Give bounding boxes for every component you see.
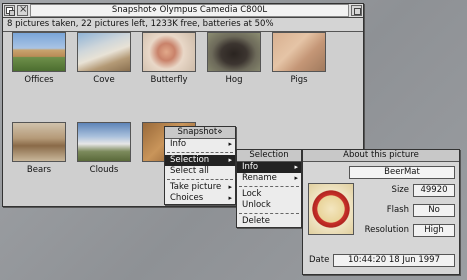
date-value: 10:44:20 18 Jun 1997 — [333, 254, 455, 267]
menu-item-label: Delete — [242, 216, 270, 226]
submenu-arrow-icon: ▸ — [294, 174, 298, 182]
menu-item-rename[interactable]: Rename ▸ — [237, 173, 301, 184]
submenu-arrow-icon: ▸ — [228, 194, 232, 202]
menu-item-label: Rename — [242, 173, 277, 183]
submenu-arrow-icon: ▸ — [294, 163, 298, 171]
menu-title: Selection — [237, 150, 301, 162]
menu-item-label: Selection — [170, 155, 210, 165]
menu-item-info[interactable]: Info ▸ — [165, 139, 235, 150]
flash-label: Flash — [386, 205, 409, 215]
window-title: Snapshot⋄ Olympus Camedia C800L — [30, 4, 349, 17]
menu-item-take-picture[interactable]: Take picture ▸ — [165, 182, 235, 193]
menu-item-select-all[interactable]: Select all — [165, 166, 235, 177]
status-line: 8 pictures taken, 22 pictures left, 1233… — [3, 18, 363, 32]
submenu-arrow-icon: ▸ — [228, 183, 232, 191]
menu-separator — [167, 152, 233, 153]
menu-item-label: Info — [170, 139, 187, 149]
menu-item-unlock[interactable]: Unlock — [237, 200, 301, 211]
menu-item-label: Select all — [170, 166, 209, 176]
date-label: Date — [309, 255, 330, 265]
snapshot-title-bar[interactable]: Snapshot⋄ Olympus Camedia C800L — [3, 4, 363, 18]
offices-photo — [12, 32, 66, 72]
clouds-photo — [77, 122, 131, 162]
menu-item-label: Take picture — [170, 182, 222, 192]
hog-photo — [207, 32, 261, 72]
size-value: 49920 — [413, 184, 455, 197]
picture-label: Bears — [26, 165, 52, 175]
menu-item-label: Info — [242, 162, 259, 172]
picture-thumbnail[interactable]: Hog — [202, 32, 266, 85]
selection-submenu: Selection Info ▸ Rename ▸ Lock Unlock De… — [236, 149, 302, 228]
close-icon[interactable] — [17, 4, 28, 16]
bears-photo — [12, 122, 66, 162]
beermat-preview — [308, 183, 354, 235]
dialog-title: About this picture — [303, 150, 459, 162]
menu-item-choices[interactable]: Choices ▸ — [165, 193, 235, 204]
butterfly-photo — [142, 32, 196, 72]
picture-name-field: BeerMat — [349, 166, 455, 179]
submenu-arrow-icon: ▸ — [228, 156, 232, 164]
menu-item-selection[interactable]: Selection ▸ — [165, 155, 235, 166]
picture-label: Cove — [93, 75, 115, 85]
menu-item-label: Lock — [242, 189, 262, 199]
menu-item-delete[interactable]: Delete — [237, 216, 301, 227]
submenu-arrow-icon: ▸ — [228, 140, 232, 148]
menu-item-lock[interactable]: Lock — [237, 189, 301, 200]
back-icon[interactable] — [4, 5, 15, 16]
picture-thumbnail[interactable]: Butterfly — [137, 32, 201, 85]
menu-separator — [167, 179, 233, 180]
snapshot-menu: Snapshot⋄ Info ▸ Selection ▸ Select all … — [164, 126, 236, 205]
menu-item-label: Unlock — [242, 200, 271, 210]
about-picture-dialog: About this picture BeerMat Size 49920 Fl… — [302, 149, 460, 275]
menu-separator — [239, 213, 299, 214]
menu-item-info[interactable]: Info ▸ — [237, 162, 301, 173]
menu-separator — [239, 186, 299, 187]
menu-title: Snapshot⋄ — [165, 127, 235, 139]
picture-label: Clouds — [89, 165, 119, 175]
toggle-size-icon[interactable] — [351, 5, 362, 16]
resolution-label: Resolution — [364, 225, 409, 235]
picture-thumbnail[interactable]: Clouds — [72, 122, 136, 175]
picture-label: Pigs — [290, 75, 308, 85]
picture-thumbnail[interactable]: Pigs — [267, 32, 331, 85]
picture-label: Offices — [24, 75, 54, 85]
size-label: Size — [391, 185, 409, 195]
pigs-photo — [272, 32, 326, 72]
resolution-value: High — [413, 224, 455, 237]
flash-value: No — [413, 204, 455, 217]
picture-thumbnail[interactable]: Cove — [72, 32, 136, 85]
picture-thumbnail[interactable]: Bears — [7, 122, 71, 175]
picture-label: Hog — [225, 75, 243, 85]
cove-photo — [77, 32, 131, 72]
picture-thumbnail[interactable]: Offices — [7, 32, 71, 85]
picture-label: Butterfly — [150, 75, 188, 85]
menu-item-label: Choices — [170, 193, 204, 203]
